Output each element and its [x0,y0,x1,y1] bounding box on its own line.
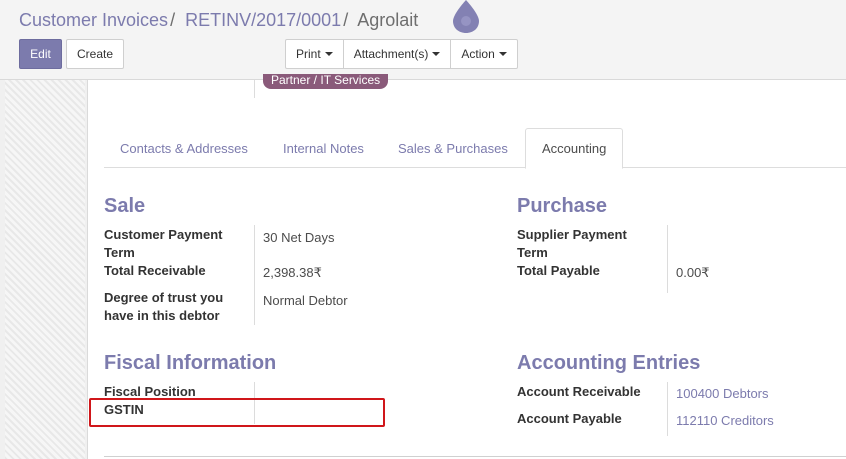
section-divider [104,456,846,457]
field-separator [667,382,668,436]
label-line: Degree of trust you [104,290,224,305]
account-receivable-label: Account Receivable [517,384,641,399]
field-separator [667,225,668,293]
degree-of-trust-label: Degree of trust you have in this debtor [104,289,223,325]
breadcrumb-customer-invoices[interactable]: Customer Invoices [19,10,168,30]
label-line: Term [104,245,135,260]
partner-tag[interactable]: Partner / IT Services [263,74,389,89]
print-label: Print [296,47,321,61]
tab-sales-purchases[interactable]: Sales & Purchases [382,128,524,168]
breadcrumb-invoice-number[interactable]: RETINV/2017/0001 [185,10,341,30]
action-button-group: Print Attachment(s) Action [285,39,518,69]
gstin-highlight-box [89,398,385,427]
label-line: have in this debtor [104,308,220,323]
print-dropdown-button[interactable]: Print [285,39,344,69]
supplier-payment-term-label: Supplier Payment Term [517,226,627,262]
breadcrumb-separator: / [343,10,349,30]
notebook-tabs: Contacts & Addresses Internal Notes Sale… [104,128,846,169]
total-receivable-value: 2,398.38₹ [263,265,322,280]
action-dropdown-button[interactable]: Action [451,39,518,69]
label-line: Term [517,245,548,260]
purchase-section-title: Purchase [517,195,608,217]
caret-down-icon [498,52,507,56]
account-payable-link[interactable]: 112110 Creditors [676,413,774,428]
sale-section-title: Sale [104,195,146,217]
label-line: Supplier Payment [517,227,627,242]
attachments-dropdown-button[interactable]: Attachment(s) [343,39,452,69]
account-payable-label: Account Payable [517,411,622,426]
caret-down-icon [324,52,333,56]
customer-payment-term-value[interactable]: 30 Net Days [263,230,335,245]
gutter-hatch [5,80,85,459]
field-separator [254,225,255,325]
create-button[interactable]: Create [66,39,124,69]
caret-down-icon [432,52,441,56]
breadcrumb-current-partner: Agrolait [357,10,419,30]
tab-internal-notes[interactable]: Internal Notes [267,128,380,168]
total-payable-label: Total Payable [517,263,600,278]
action-label: Action [461,47,495,61]
tab-contacts-addresses[interactable]: Contacts & Addresses [104,128,264,168]
attachments-label: Attachment(s) [353,47,429,61]
tab-accounting[interactable]: Accounting [525,128,624,169]
total-receivable-label: Total Receivable [104,263,206,278]
customer-payment-term-label: Customer Payment Term [104,226,222,262]
total-payable-value: 0.00₹ [676,265,710,280]
account-receivable-link[interactable]: 100400 Debtors [676,386,769,401]
control-panel: Customer Invoices / RETINV/2017/0001/ Agr… [0,0,846,80]
accounting-entries-title: Accounting Entries [517,352,701,374]
breadcrumb: Customer Invoices / RETINV/2017/0001/ Agr… [19,10,418,31]
degree-of-trust-value[interactable]: Normal Debtor [263,293,348,308]
sheet-gutter [0,80,88,459]
breadcrumb-separator: / [170,10,176,30]
label-line: Customer Payment [104,227,223,242]
fiscal-information-title: Fiscal Information [104,352,277,374]
field-separator [254,80,255,98]
loading-drop-icon [453,0,479,33]
edit-button[interactable]: Edit [19,39,62,69]
